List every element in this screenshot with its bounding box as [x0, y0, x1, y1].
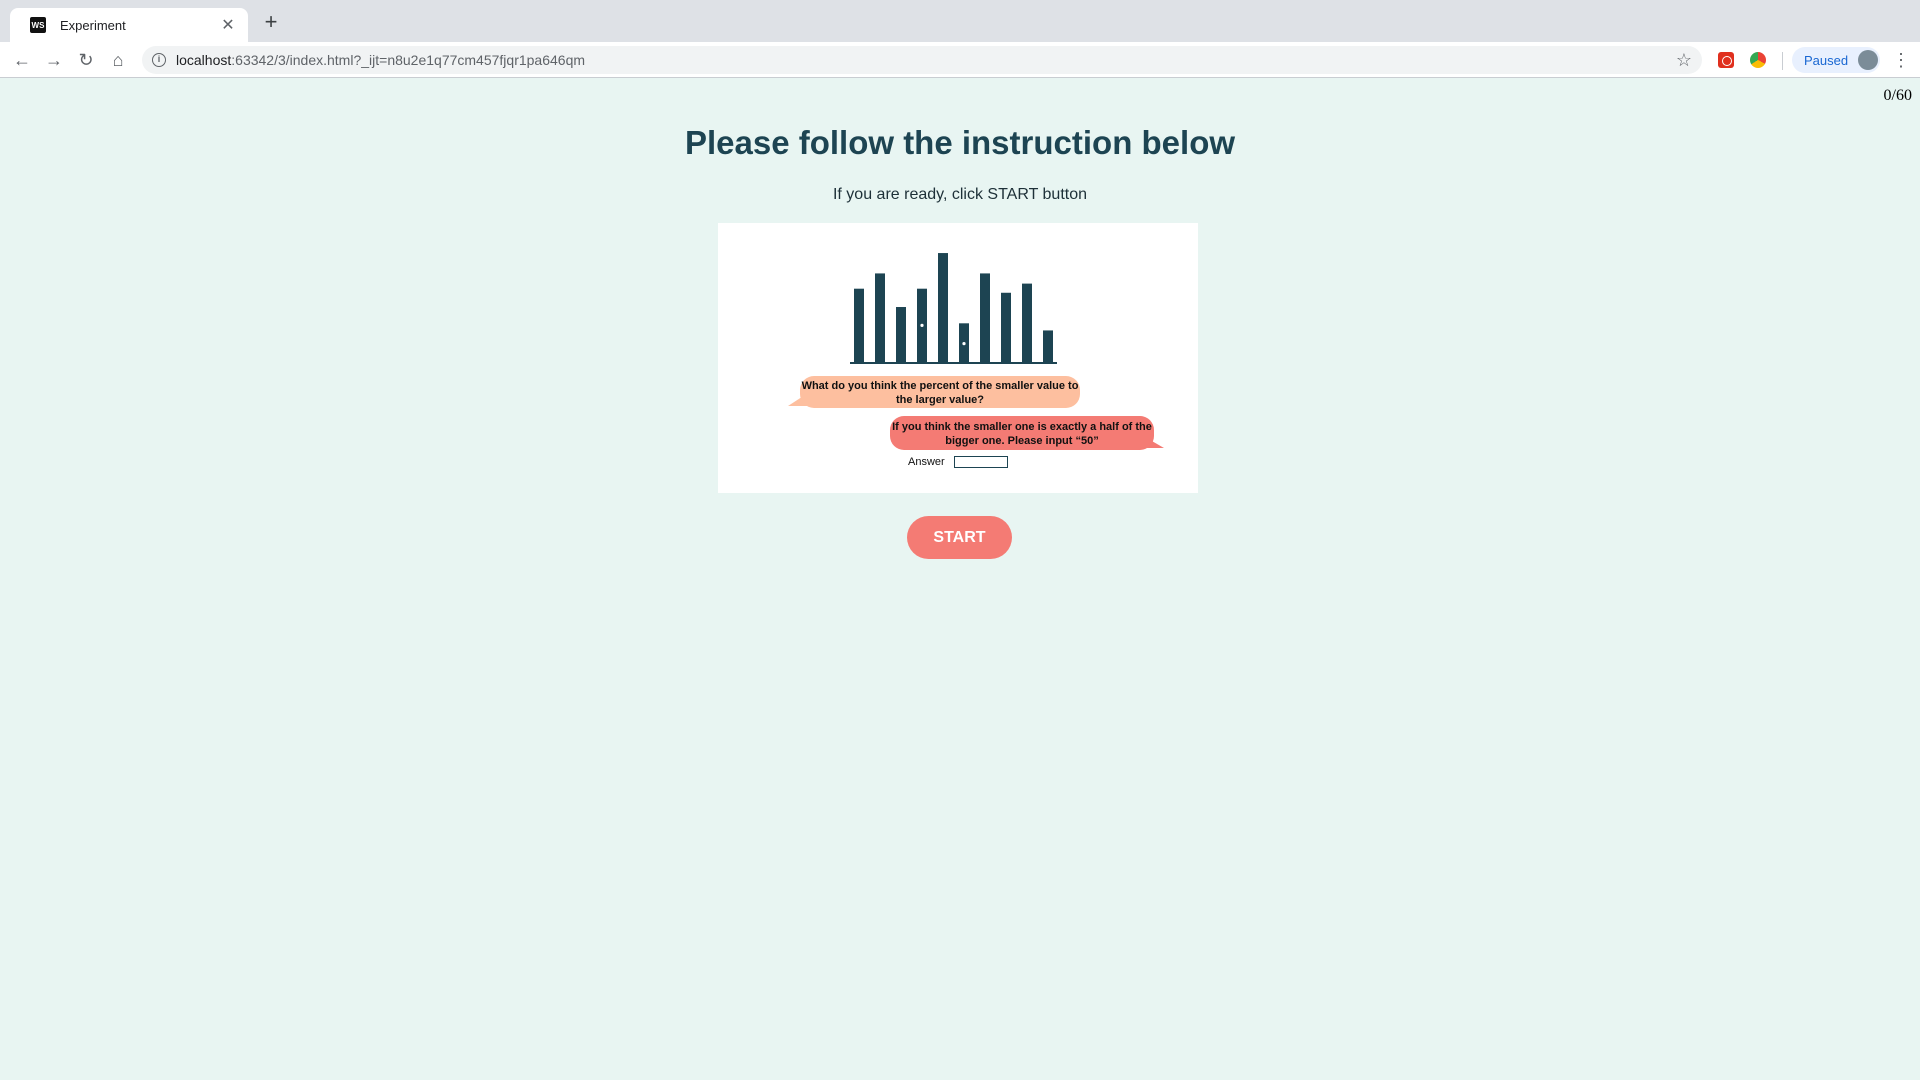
- info-icon[interactable]: i: [152, 53, 166, 67]
- back-arrow-icon[interactable]: ←: [10, 48, 34, 72]
- profile-status: Paused: [1804, 52, 1849, 68]
- toolbar-divider: [1782, 52, 1783, 70]
- hint-bubble: If you think the smaller one is exactly …: [890, 416, 1154, 450]
- chrome-extension-icon[interactable]: [1750, 52, 1766, 68]
- url-text[interactable]: localhost:63342/3/index.html?_ijt=n8u2e1…: [176, 52, 1676, 68]
- tab-bar: WS Experiment ✕ +: [0, 0, 1920, 42]
- extension-icon[interactable]: [1718, 52, 1734, 68]
- question-bubble: What do you think the percent of the sma…: [800, 376, 1080, 408]
- start-button[interactable]: START: [907, 516, 1012, 559]
- plus-icon[interactable]: +: [260, 11, 282, 34]
- progress-counter: 0/60: [1883, 87, 1912, 104]
- address-bar[interactable]: i localhost:63342/3/index.html?_ijt=n8u2…: [142, 46, 1702, 74]
- browser-toolbar: ← → ↻ ⌂ i localhost:63342/3/index.html?_…: [0, 42, 1920, 78]
- browser-tab[interactable]: WS Experiment ✕: [10, 8, 248, 42]
- reload-icon[interactable]: ↻: [74, 48, 98, 72]
- avatar: [1858, 50, 1879, 70]
- instruction-image: What do you think the percent of the sma…: [718, 223, 1198, 493]
- webstorm-favicon-icon: WS: [30, 17, 46, 33]
- home-icon[interactable]: ⌂: [106, 48, 130, 72]
- kebab-menu-icon[interactable]: ⋮: [1892, 48, 1910, 72]
- bubble-tails: [788, 393, 1164, 448]
- page-subtitle: If you are ready, click START button: [832, 186, 1088, 203]
- answer-field: [954, 456, 1008, 468]
- close-icon[interactable]: ✕: [218, 15, 238, 35]
- answer-label: Answer: [908, 456, 945, 468]
- tab-title: Experiment: [60, 17, 126, 33]
- page-title: Please follow the instruction below: [684, 124, 1236, 161]
- profile-button[interactable]: Paused: [1792, 47, 1880, 73]
- forward-arrow-icon[interactable]: →: [42, 48, 66, 72]
- bookmark-star-icon[interactable]: ☆: [1676, 50, 1692, 71]
